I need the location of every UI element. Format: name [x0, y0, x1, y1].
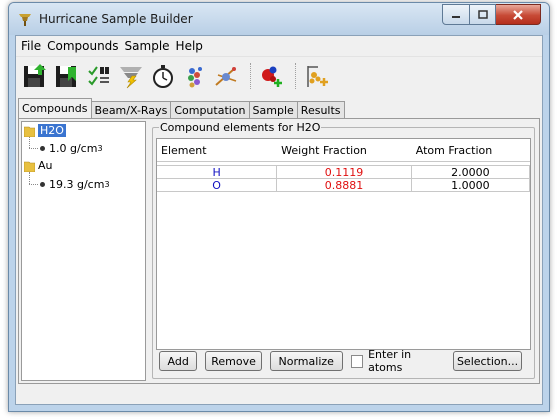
group-title: Compound elements for H2O	[159, 121, 322, 134]
tree-connector	[29, 172, 30, 184]
table-row[interactable]: H 0.1119 2.0000	[157, 166, 530, 179]
tab-bar: Compounds Beam/X-Rays Computation Sample…	[18, 98, 542, 118]
remove-button[interactable]: Remove	[205, 351, 262, 371]
cell-weight-fraction[interactable]: 0.8881	[277, 179, 412, 191]
button-bar: Add Remove Normalize Enter in atoms Sele…	[159, 348, 530, 374]
menu-bar: File Compounds Sample Help	[16, 36, 542, 56]
add-compound-icon	[262, 66, 282, 87]
toolbar-separator	[250, 63, 251, 89]
add-layer-icon	[307, 66, 328, 87]
menu-file[interactable]: File	[18, 39, 44, 53]
tree-connector	[29, 148, 38, 149]
checkbox-box[interactable]	[350, 354, 364, 368]
menu-sample[interactable]: Sample	[122, 39, 173, 53]
folder-icon	[24, 126, 35, 137]
validate-button[interactable]	[84, 61, 114, 91]
elements-button[interactable]	[180, 61, 210, 91]
close-button[interactable]	[496, 4, 541, 25]
save-sample-icon	[56, 66, 76, 87]
minimize-icon	[452, 15, 460, 18]
menu-compounds[interactable]: Compounds	[44, 39, 121, 53]
validate-icon	[88, 66, 109, 86]
normalize-button[interactable]: Normalize	[269, 351, 343, 371]
tree-item-density[interactable]: 19.3 g/cm 3	[40, 178, 110, 191]
toolbar-separator	[295, 63, 296, 89]
compute-icon	[120, 67, 142, 89]
density-exponent: 3	[104, 180, 110, 189]
save-sample-button[interactable]	[52, 61, 82, 91]
table-row[interactable]: O 0.8881 1.0000	[157, 179, 530, 192]
status-bar	[16, 386, 542, 404]
tree-item-label: H2O	[38, 124, 66, 137]
beam-icon	[215, 67, 237, 86]
tree-item-au[interactable]: Au	[24, 159, 53, 172]
enter-in-atoms-checkbox[interactable]: Enter in atoms	[350, 348, 445, 374]
add-compound-button[interactable]	[257, 61, 287, 91]
cell-weight-fraction[interactable]: 0.1119	[277, 166, 412, 178]
cell-atom-fraction[interactable]: 2.0000	[412, 166, 530, 178]
tab-computation[interactable]: Computation	[170, 101, 250, 118]
add-layer-button[interactable]	[302, 61, 332, 91]
compound-elements-group: Compound elements for H2O Element Weight…	[152, 121, 535, 379]
compound-tree[interactable]: H2O 1.0 g/cm 3 Au 19.3 g/cm 3	[21, 121, 146, 381]
menu-help[interactable]: Help	[173, 39, 206, 53]
tree-item-h2o[interactable]: H2O	[24, 124, 66, 137]
bullet-icon	[40, 182, 45, 187]
tab-sample[interactable]: Sample	[248, 101, 298, 118]
density-value: 19.3 g/cm	[49, 178, 105, 191]
save-compound-icon	[24, 64, 46, 87]
caption-buttons	[442, 4, 541, 25]
checkbox-label: Enter in atoms	[368, 348, 412, 374]
tab-results[interactable]: Results	[296, 101, 345, 118]
selection-button[interactable]: Selection...	[453, 351, 522, 371]
toolbar	[16, 56, 542, 95]
compute-button[interactable]	[116, 61, 146, 91]
client-area: File Compounds Sample Help Compounds Bea…	[15, 35, 543, 405]
column-header-element[interactable]: Element	[157, 139, 277, 161]
tab-compounds[interactable]: Compounds	[18, 98, 92, 118]
timer-icon	[153, 65, 173, 88]
maximize-icon	[477, 10, 488, 19]
tree-item-density[interactable]: 1.0 g/cm 3	[40, 142, 103, 155]
compounds-panel: H2O 1.0 g/cm 3 Au 19.3 g/cm 3 Compound e…	[18, 118, 540, 384]
tab-beam-xrays[interactable]: Beam/X-Rays	[90, 101, 172, 118]
cell-atom-fraction[interactable]: 1.0000	[412, 179, 530, 191]
bullet-icon	[40, 146, 45, 151]
window-title: Hurricane Sample Builder	[39, 12, 193, 26]
minimize-button[interactable]	[442, 4, 470, 25]
title-bar[interactable]: Hurricane Sample Builder	[9, 3, 549, 35]
app-icon	[19, 14, 31, 26]
column-header-weight-fraction[interactable]: Weight Fraction	[277, 139, 412, 161]
cell-element[interactable]: O	[157, 179, 278, 191]
column-header-atom-fraction[interactable]: Atom Fraction	[412, 139, 530, 161]
folder-icon	[24, 161, 35, 172]
density-value: 1.0 g/cm	[49, 142, 98, 155]
density-exponent: 3	[97, 144, 103, 153]
beam-button[interactable]	[212, 61, 242, 91]
close-icon	[513, 9, 523, 20]
compound-detail: Compound elements for H2O Element Weight…	[150, 121, 537, 381]
timer-button[interactable]	[148, 61, 178, 91]
elements-table[interactable]: Element Weight Fraction Atom Fraction H …	[156, 138, 531, 350]
table-header: Element Weight Fraction Atom Fraction	[157, 139, 530, 162]
maximize-button[interactable]	[470, 4, 496, 25]
tree-connector	[29, 184, 38, 185]
save-compound-button[interactable]	[20, 61, 50, 91]
add-button[interactable]: Add	[159, 351, 198, 371]
app-window: Hurricane Sample Builder File Compounds …	[8, 2, 550, 412]
cell-element[interactable]: H	[157, 166, 278, 178]
elements-icon	[188, 67, 202, 88]
tree-item-label: Au	[38, 159, 53, 172]
